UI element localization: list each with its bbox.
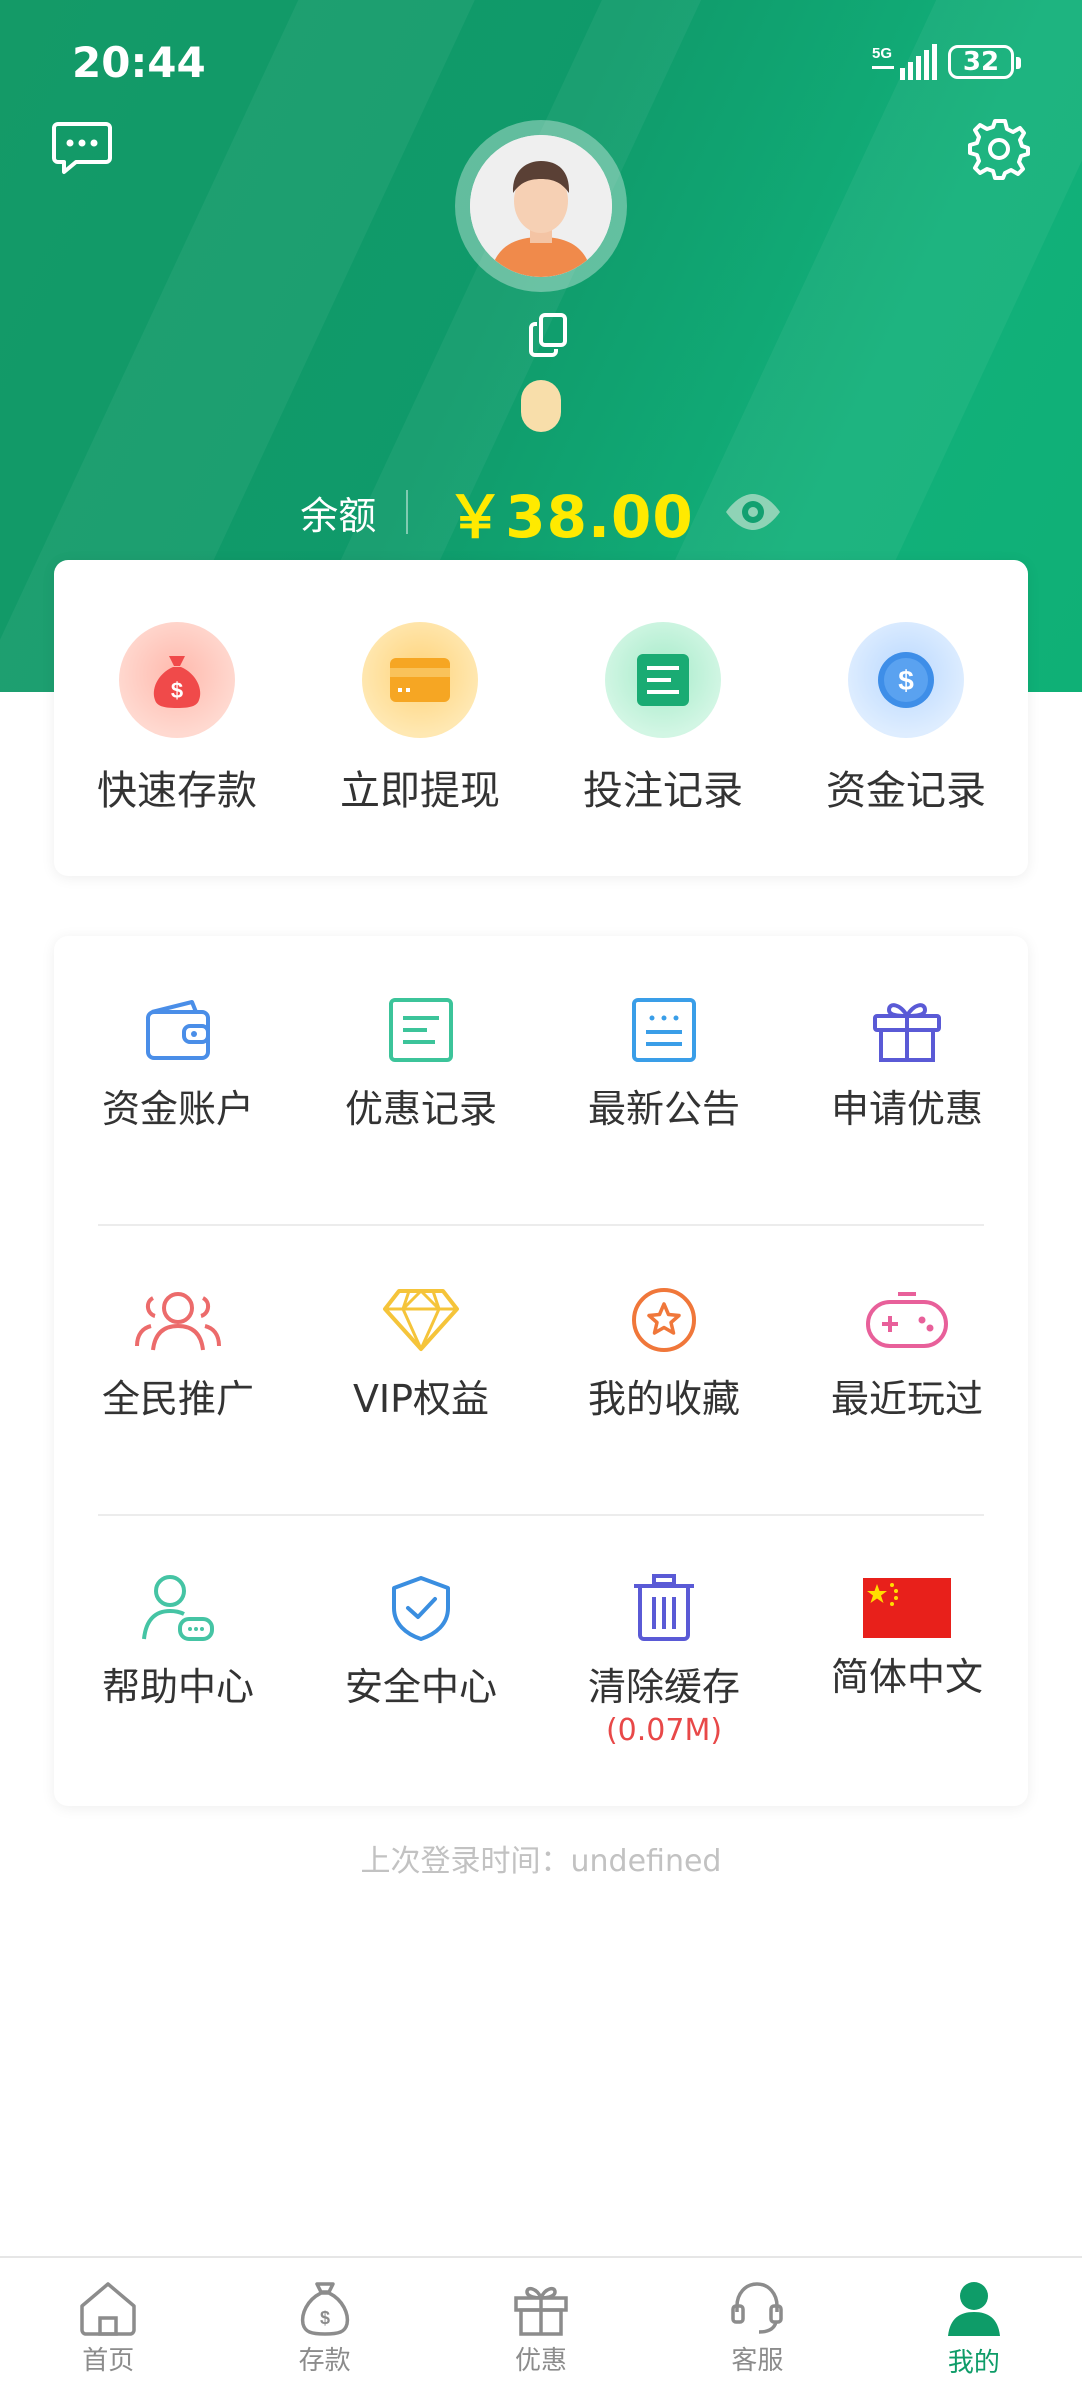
vip-benefits-button[interactable]: VIP权益 — [306, 1284, 536, 1423]
withdraw-button[interactable]: 立即提现 — [310, 622, 530, 816]
diamond-icon — [383, 1289, 459, 1351]
home-icon — [80, 2282, 136, 2336]
balance-label: 余额 — [300, 493, 377, 538]
china-flag-icon — [863, 1578, 951, 1638]
username-placeholder — [521, 380, 561, 432]
gift-icon — [514, 2286, 568, 2336]
headset-icon — [731, 2282, 784, 2334]
security-center-button[interactable]: 安全中心 — [306, 1572, 536, 1711]
document-icon — [605, 622, 721, 738]
gear-icon[interactable] — [968, 118, 1030, 180]
menu-label: 优惠记录 — [344, 1087, 497, 1131]
promo-records-button[interactable]: 优惠记录 — [306, 994, 536, 1133]
bottom-tab-bar: 首页 $ 存款 优惠 客服 我的 — [0, 2256, 1082, 2402]
shield-icon — [392, 1576, 450, 1641]
copy-icon[interactable] — [528, 312, 568, 358]
tab-promotions[interactable]: 优惠 — [433, 2258, 649, 2402]
message-icon[interactable] — [52, 120, 112, 176]
gamepad-icon — [866, 1292, 948, 1348]
fund-account-button[interactable]: 资金账户 — [63, 994, 293, 1133]
menu-label: 全民推广 — [101, 1377, 254, 1421]
signal-icon: 5G — [872, 44, 937, 80]
announcements-button[interactable]: 最新公告 — [549, 994, 779, 1133]
apply-promo-button[interactable]: 申请优惠 — [792, 994, 1022, 1133]
tab-label: 客服 — [731, 2346, 784, 2376]
language-button[interactable]: 简体中文 — [792, 1572, 1022, 1701]
balance-row: 余额 ￥38.00 — [0, 470, 1082, 554]
eye-icon[interactable] — [724, 492, 782, 532]
notice-icon — [632, 998, 696, 1062]
menu-label: 简体中文 — [830, 1655, 983, 1699]
tab-customer-service[interactable]: 客服 — [649, 2258, 865, 2402]
menu-label: 申请优惠 — [830, 1087, 983, 1131]
svg-text:5G: 5G — [872, 45, 892, 62]
list-doc-icon — [389, 998, 453, 1062]
favorites-button[interactable]: 我的收藏 — [549, 1284, 779, 1423]
help-user-icon — [142, 1575, 214, 1641]
menu-label: 安全中心 — [344, 1665, 497, 1709]
quick-deposit-button[interactable]: $ 快速存款 — [67, 622, 287, 816]
avatar[interactable] — [455, 120, 627, 292]
status-time: 20:44 — [72, 38, 206, 87]
money-bag-icon: $ — [300, 2282, 349, 2336]
svg-text:$: $ — [898, 665, 914, 696]
menu-label: 帮助中心 — [101, 1665, 254, 1709]
quick-action-label: 立即提现 — [340, 768, 500, 814]
menu-label: 资金账户 — [101, 1087, 254, 1131]
star-icon — [632, 1288, 696, 1352]
balance-divider — [406, 490, 409, 534]
gift-icon — [873, 1003, 941, 1062]
quick-action-label: 投注记录 — [583, 768, 743, 814]
users-icon — [135, 1292, 221, 1351]
fund-records-button[interactable]: $ 资金记录 — [796, 622, 1016, 816]
recently-played-button[interactable]: 最近玩过 — [792, 1284, 1022, 1423]
money-bag-icon: $ — [119, 622, 235, 738]
dollar-coin-icon: $ — [848, 622, 964, 738]
menu-label: 我的收藏 — [587, 1377, 740, 1421]
cache-size: (0.07M) — [605, 1713, 723, 1748]
svg-text:$: $ — [320, 2308, 330, 2328]
last-login-time: 上次登录时间：undefined — [360, 1844, 722, 1879]
quick-action-label: 快速存款 — [97, 768, 257, 814]
help-center-button[interactable]: 帮助中心 — [63, 1572, 293, 1711]
menu-card: 资金账户 优惠记录 最新公告 申请优惠 全民推广 VIP权益 我的收藏 最近玩过… — [54, 936, 1028, 1806]
tab-label: 首页 — [82, 2346, 135, 2376]
svg-text:$: $ — [171, 678, 183, 703]
tab-label: 我的 — [947, 2348, 1000, 2378]
menu-label: 最近玩过 — [830, 1377, 983, 1421]
tab-label: 存款 — [298, 2346, 351, 2376]
menu-label: VIP权益 — [352, 1377, 490, 1421]
user-icon — [947, 2282, 1000, 2336]
tab-home[interactable]: 首页 — [0, 2258, 216, 2402]
quick-action-label: 资金记录 — [826, 768, 986, 814]
status-indicators: 5G 32 — [872, 42, 1021, 82]
balance-amount: ￥38.00 — [446, 483, 694, 551]
trash-icon — [634, 1574, 694, 1641]
referral-button[interactable]: 全民推广 — [63, 1284, 293, 1423]
menu-label: 清除缓存 — [587, 1665, 740, 1709]
menu-divider — [98, 1514, 984, 1516]
wallet-icon — [146, 1000, 210, 1060]
clear-cache-button[interactable]: 清除缓存 (0.07M) — [549, 1572, 779, 1748]
tab-label: 优惠 — [515, 2346, 568, 2376]
bet-records-button[interactable]: 投注记录 — [553, 622, 773, 816]
tab-deposit[interactable]: $ 存款 — [216, 2258, 432, 2402]
menu-divider — [98, 1224, 984, 1226]
battery-indicator: 32 — [948, 45, 1021, 79]
quick-actions-card: $ 快速存款 立即提现 投注记录 $ 资金记录 — [54, 560, 1028, 876]
avatar-icon — [470, 135, 612, 277]
menu-label: 最新公告 — [587, 1087, 740, 1131]
tab-mine[interactable]: 我的 — [866, 2258, 1082, 2402]
card-icon — [362, 622, 478, 738]
